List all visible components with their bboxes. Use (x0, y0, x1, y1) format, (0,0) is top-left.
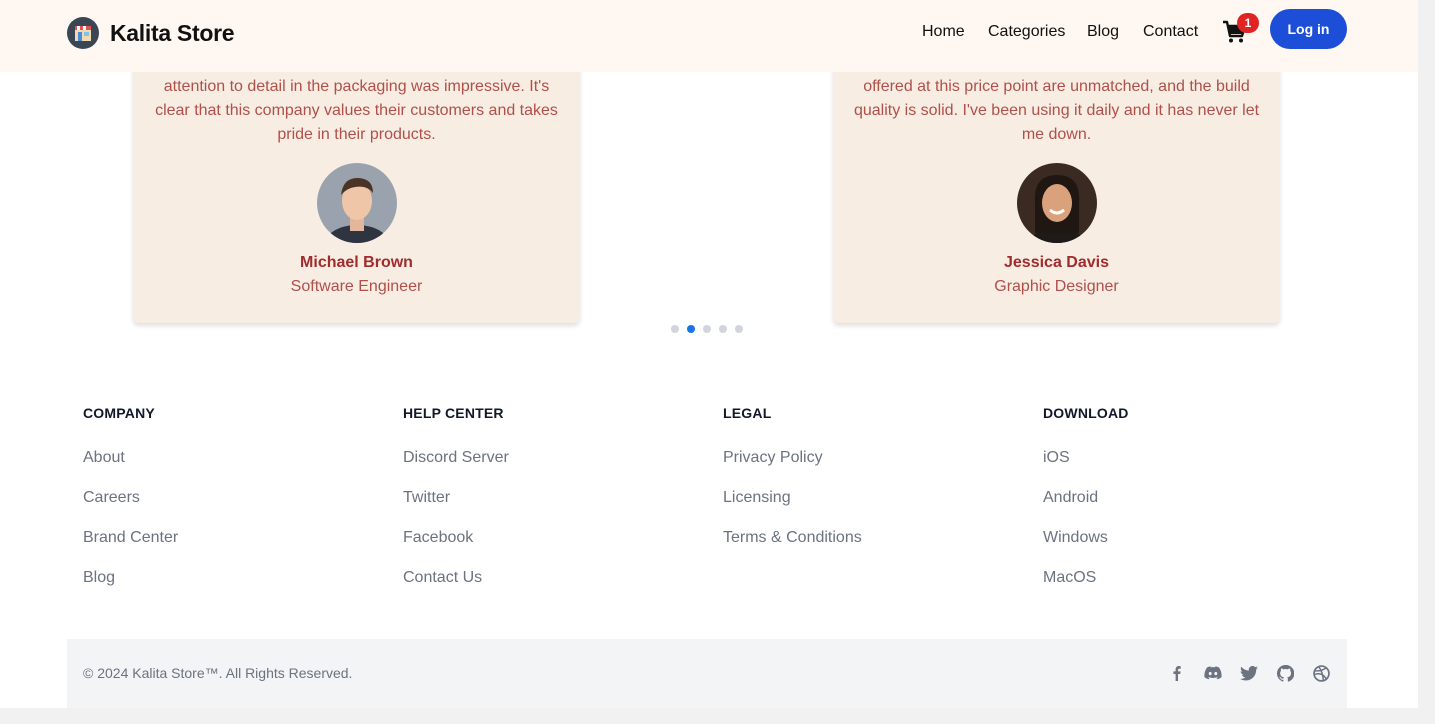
carousel-dot[interactable] (703, 325, 711, 333)
footer-link[interactable]: Windows (1043, 528, 1129, 568)
footer-link[interactable]: MacOS (1043, 568, 1129, 608)
site-header: Kalita Store Home Categories Blog Contac… (0, 0, 1418, 72)
footer-link[interactable]: Twitter (403, 488, 509, 528)
login-button[interactable]: Log in (1270, 9, 1347, 49)
page: attention to detail in the packaging was… (0, 0, 1418, 724)
footer-link[interactable]: Facebook (403, 528, 509, 568)
brand-logo[interactable]: Kalita Store (67, 17, 235, 49)
footer-heading: HELP CENTER (403, 405, 504, 421)
nav-contact[interactable]: Contact (1143, 23, 1198, 41)
facebook-icon[interactable] (1167, 663, 1187, 683)
dribbble-icon[interactable] (1311, 663, 1331, 683)
testimonial-quote: offered at this price point are unmatche… (853, 78, 1260, 143)
footer-link[interactable]: iOS (1043, 448, 1129, 488)
carousel-dot[interactable] (719, 325, 727, 333)
avatar (316, 163, 397, 243)
footer-link[interactable]: Careers (83, 488, 178, 528)
footer-link[interactable]: Discord Server (403, 448, 509, 488)
footer-col-legal: LEGAL Privacy Policy Licensing Terms & C… (723, 405, 862, 568)
horizontal-scroll-track (0, 708, 1418, 724)
footer-heading: COMPANY (83, 405, 155, 421)
footer-link[interactable]: Privacy Policy (723, 448, 862, 488)
brand-name: Kalita Store (110, 19, 235, 46)
testimonial-name: Michael Brown (300, 254, 413, 271)
testimonial-role: Software Engineer (290, 278, 423, 295)
discord-icon[interactable] (1203, 663, 1223, 683)
nav-categories[interactable]: Categories (988, 23, 1065, 41)
cart-badge: 1 (1237, 13, 1259, 33)
footer-link[interactable]: Blog (83, 568, 178, 608)
carousel-dot[interactable] (735, 325, 743, 333)
nav-home[interactable]: Home (922, 23, 965, 41)
testimonial-card: attention to detail in the packaging was… (133, 40, 580, 323)
testimonial-quote: attention to detail in the packaging was… (155, 78, 558, 143)
carousel-dot[interactable] (671, 325, 679, 333)
testimonial-role: Graphic Designer (994, 278, 1119, 295)
footer-link[interactable]: Terms & Conditions (723, 528, 862, 568)
store-icon (67, 17, 99, 49)
social-links (1151, 663, 1331, 683)
footer-link[interactable]: About (83, 448, 178, 488)
footer-heading: DOWNLOAD (1043, 405, 1129, 421)
footer-bottom-bar: © 2024 Kalita Store™. All Rights Reserve… (67, 639, 1347, 708)
footer-link[interactable]: Android (1043, 488, 1129, 528)
footer-link[interactable]: Contact Us (403, 568, 509, 608)
nav-blog[interactable]: Blog (1087, 23, 1119, 41)
twitter-icon[interactable] (1239, 663, 1259, 683)
avatar (1016, 163, 1097, 243)
footer-col-download: DOWNLOAD iOS Android Windows MacOS (1043, 405, 1129, 608)
footer-col-company: COMPANY About Careers Brand Center Blog (83, 405, 178, 608)
footer-col-help-center: HELP CENTER Discord Server Twitter Faceb… (403, 405, 509, 608)
footer-link[interactable]: Licensing (723, 488, 862, 528)
vertical-scrollbar[interactable] (1418, 0, 1435, 724)
github-icon[interactable] (1275, 663, 1295, 683)
testimonial-name: Jessica Davis (1004, 254, 1109, 271)
footer-link[interactable]: Brand Center (83, 528, 178, 568)
footer-heading: LEGAL (723, 405, 772, 421)
carousel-dot-active[interactable] (687, 325, 695, 333)
copyright-text: © 2024 Kalita Store™. All Rights Reserve… (83, 665, 353, 681)
testimonial-card: offered at this price point are unmatche… (833, 40, 1280, 323)
carousel-dots (671, 325, 751, 333)
